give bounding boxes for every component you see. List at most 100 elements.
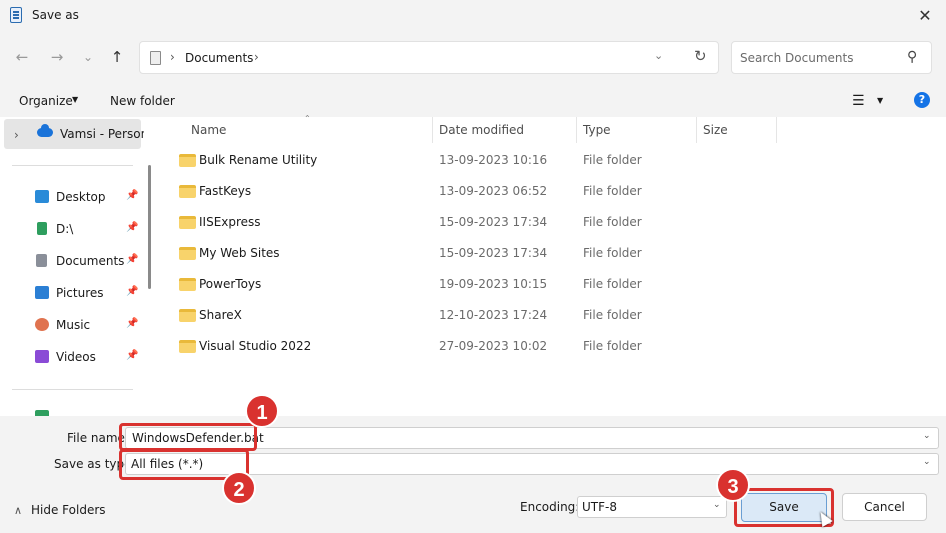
- recent-locations-button[interactable]: ⌄: [77, 46, 99, 68]
- sidebar-item-label: Videos: [56, 350, 96, 364]
- folder-icon: [179, 340, 196, 353]
- file-name: PowerToys: [199, 277, 262, 291]
- view-options-icon[interactable]: ☰: [852, 93, 865, 109]
- divider: [12, 389, 133, 390]
- file-type: File folder: [583, 184, 642, 198]
- content-area: › Vamsi - Personal Desktop 📌 D:\ 📌 Docum…: [0, 114, 946, 416]
- folder-icon: [179, 154, 196, 167]
- sidebar-item-onedrive[interactable]: › Vamsi - Personal: [4, 119, 144, 149]
- file-date: 13-09-2023 10:16: [439, 153, 548, 167]
- column-header-size[interactable]: Size: [703, 123, 728, 137]
- table-row[interactable]: Bulk Rename Utility 13-09-2023 10:16 Fil…: [169, 146, 829, 177]
- sidebar-item-label: Vamsi - Personal: [60, 127, 144, 141]
- table-row[interactable]: ShareX 12-10-2023 17:24 File folder: [169, 301, 829, 332]
- column-header-date[interactable]: Date modified: [439, 123, 524, 137]
- breadcrumb-documents[interactable]: Documents: [185, 51, 253, 65]
- sort-ascending-icon: ⌃: [304, 114, 311, 123]
- annotation-badge-2: 2: [222, 471, 256, 505]
- file-date: 19-09-2023 10:15: [439, 277, 548, 291]
- table-row[interactable]: Visual Studio 2022 27-09-2023 10:02 File…: [169, 332, 829, 363]
- table-row[interactable]: FastKeys 13-09-2023 06:52 File folder: [169, 177, 829, 208]
- sidebar-item-label: Music: [56, 318, 91, 332]
- hide-folders-button[interactable]: Hide Folders: [31, 503, 106, 517]
- refresh-button[interactable]: ↻: [694, 47, 707, 65]
- back-button[interactable]: ←: [11, 46, 33, 68]
- desktop-icon: [35, 190, 49, 203]
- file-date: 12-10-2023 17:24: [439, 308, 548, 322]
- caret-down-icon[interactable]: ▼: [877, 96, 883, 105]
- pin-icon[interactable]: 📌: [126, 286, 138, 297]
- annotation-highlight-1: [119, 423, 257, 451]
- column-divider[interactable]: [776, 117, 777, 143]
- table-row[interactable]: My Web Sites 15-09-2023 17:34 File folde…: [169, 239, 829, 270]
- file-name: Visual Studio 2022: [199, 339, 312, 353]
- organize-button[interactable]: Organize: [19, 94, 73, 108]
- collapse-caret-icon[interactable]: ∧: [14, 504, 22, 517]
- file-type: File folder: [583, 153, 642, 167]
- up-button[interactable]: ↑: [106, 46, 128, 68]
- sidebar-item-label: Documents: [56, 254, 125, 268]
- chevron-down-icon[interactable]: ⌄: [654, 49, 663, 62]
- folder-icon: [179, 247, 196, 260]
- file-name: ShareX: [199, 308, 242, 322]
- chevron-down-icon[interactable]: ⌄: [923, 457, 931, 467]
- sidebar-item-music[interactable]: Music 📌: [0, 311, 145, 339]
- column-divider[interactable]: [576, 117, 577, 143]
- pin-icon[interactable]: 📌: [126, 254, 138, 265]
- sidebar-item-d-drive[interactable]: D:\ 📌: [0, 215, 145, 243]
- file-name: My Web Sites: [199, 246, 280, 260]
- pin-icon[interactable]: 📌: [126, 350, 138, 361]
- encoding-select[interactable]: UTF-8 ⌄: [577, 496, 727, 518]
- new-folder-button[interactable]: New folder: [110, 94, 175, 108]
- sidebar-scrollbar[interactable]: [148, 165, 151, 289]
- table-row[interactable]: PowerToys 19-09-2023 10:15 File folder: [169, 270, 829, 301]
- file-date: 15-09-2023 17:34: [439, 215, 548, 229]
- sidebar-item-desktop[interactable]: Desktop 📌: [0, 183, 145, 211]
- divider: [12, 165, 133, 166]
- close-button[interactable]: ✕: [912, 4, 938, 28]
- save-button[interactable]: Save: [741, 493, 827, 522]
- notepad-icon: [10, 7, 22, 23]
- file-list: ⌃ Name Date modified Type Size Bulk Rena…: [157, 114, 946, 416]
- column-header-type[interactable]: Type: [583, 123, 611, 137]
- documents-icon: [150, 51, 161, 65]
- search-input[interactable]: Search Documents ⚲: [731, 41, 932, 74]
- cancel-button[interactable]: Cancel: [842, 493, 927, 521]
- search-icon[interactable]: ⚲: [907, 49, 917, 65]
- sidebar-item-label: D:\: [56, 222, 74, 236]
- sidebar-item-pictures[interactable]: Pictures 📌: [0, 279, 145, 307]
- chevron-down-icon[interactable]: ⌄: [923, 431, 931, 441]
- sidebar-item-documents[interactable]: Documents 📌: [0, 247, 145, 275]
- address-bar[interactable]: › Documents › ⌄ ↻: [139, 41, 719, 74]
- music-icon: [35, 318, 49, 331]
- file-date: 15-09-2023 17:34: [439, 246, 548, 260]
- file-type: File folder: [583, 246, 642, 260]
- folder-icon: [179, 309, 196, 322]
- table-row[interactable]: IISExpress 15-09-2023 17:34 File folder: [169, 208, 829, 239]
- annotation-badge-1: 1: [245, 394, 279, 428]
- encoding-value[interactable]: UTF-8: [582, 500, 617, 514]
- pin-icon[interactable]: 📌: [126, 222, 138, 233]
- title-bar: [0, 0, 946, 32]
- column-divider[interactable]: [696, 117, 697, 143]
- onedrive-cloud-icon: [37, 124, 53, 137]
- file-name: IISExpress: [199, 215, 261, 229]
- help-icon[interactable]: ?: [914, 92, 930, 108]
- window-title: Save as: [32, 8, 79, 22]
- sidebar-item-label: Desktop: [56, 190, 106, 204]
- pin-icon[interactable]: 📌: [126, 190, 138, 201]
- file-name: Bulk Rename Utility: [199, 153, 318, 167]
- sidebar-item-videos[interactable]: Videos 📌: [0, 343, 145, 371]
- column-divider[interactable]: [432, 117, 433, 143]
- pin-icon[interactable]: 📌: [126, 318, 138, 329]
- expand-chevron-icon[interactable]: ›: [14, 128, 19, 142]
- breadcrumb-separator[interactable]: ›: [170, 50, 175, 64]
- file-type: File folder: [583, 308, 642, 322]
- navigation-pane: › Vamsi - Personal Desktop 📌 D:\ 📌 Docum…: [0, 117, 157, 416]
- caret-down-icon[interactable]: ▼: [72, 95, 78, 104]
- column-header-name[interactable]: Name: [191, 123, 226, 137]
- forward-button[interactable]: →: [46, 46, 68, 68]
- breadcrumb-separator[interactable]: ›: [254, 50, 259, 64]
- chevron-down-icon[interactable]: ⌄: [713, 500, 721, 510]
- videos-icon: [35, 350, 49, 363]
